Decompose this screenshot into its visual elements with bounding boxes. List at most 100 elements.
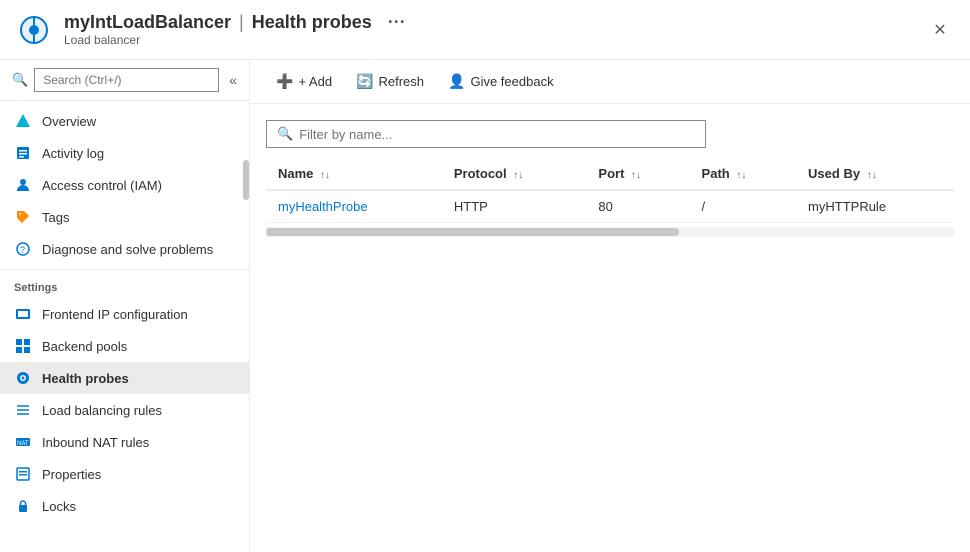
cell-used-by: myHTTPRule — [796, 190, 954, 223]
page-header: myIntLoadBalancer | Health probes ··· Lo… — [0, 0, 970, 60]
table-body: myHealthProbe HTTP 80 / myHTTPRule — [266, 190, 954, 223]
sort-protocol-icon: ↑↓ — [513, 170, 523, 181]
add-label: + Add — [298, 74, 332, 89]
diagnose-icon: ? — [14, 240, 32, 258]
sidebar-search-input[interactable] — [34, 68, 219, 92]
col-protocol-label: Protocol — [454, 166, 507, 181]
sidebar-item-label: Backend pools — [42, 339, 127, 354]
sidebar-item-health-probes[interactable]: Health probes — [0, 362, 249, 394]
health-probes-table: Name ↑↓ Protocol ↑↓ Port ↑↓ Path — [266, 160, 954, 223]
refresh-label: Refresh — [379, 74, 425, 89]
refresh-icon: 🔄 — [356, 73, 373, 90]
feedback-label: Give feedback — [470, 74, 553, 89]
filter-search-icon: 🔍 — [277, 126, 293, 142]
feedback-icon: 👤 — [448, 73, 465, 90]
frontend-ip-icon — [14, 305, 32, 323]
sidebar-item-label: Inbound NAT rules — [42, 435, 149, 450]
table-row: myHealthProbe HTTP 80 / myHTTPRule — [266, 190, 954, 223]
overview-icon — [14, 112, 32, 130]
sort-used-by-icon: ↑↓ — [867, 170, 877, 181]
toolbar: ➕ + Add 🔄 Refresh 👤 Give feedback — [250, 60, 970, 104]
svg-text:NAT: NAT — [17, 441, 29, 447]
sidebar-item-label: Health probes — [42, 371, 129, 386]
search-icon: 🔍 — [12, 72, 28, 88]
inbound-nat-icon: NAT — [14, 433, 32, 451]
table-area: 🔍 Name ↑↓ Protocol ↑↓ — [250, 104, 970, 552]
tags-icon — [14, 208, 32, 226]
sort-name-icon: ↑↓ — [320, 170, 330, 181]
sidebar-item-diagnose[interactable]: ? Diagnose and solve problems — [0, 233, 249, 265]
header-title: myIntLoadBalancer | Health probes ··· — [64, 12, 926, 33]
activity-log-icon — [14, 144, 32, 162]
more-options-icon[interactable]: ··· — [388, 12, 406, 33]
resource-name: myIntLoadBalancer — [64, 12, 231, 33]
sidebar-item-inbound-nat[interactable]: NAT Inbound NAT rules — [0, 426, 249, 458]
page-title: Health probes — [252, 12, 372, 33]
sidebar-item-tags[interactable]: Tags — [0, 201, 249, 233]
iam-icon — [14, 176, 32, 194]
filter-bar: 🔍 — [266, 120, 706, 148]
load-balancer-svg — [18, 14, 50, 46]
sidebar-item-label: Properties — [42, 467, 101, 482]
sidebar-scrollbar[interactable] — [243, 160, 249, 200]
cell-name: myHealthProbe — [266, 190, 442, 223]
sidebar-item-activity-log[interactable]: Activity log — [0, 137, 249, 169]
col-path-label: Path — [702, 166, 730, 181]
close-button[interactable]: ✕ — [926, 16, 954, 44]
col-name[interactable]: Name ↑↓ — [266, 160, 442, 190]
cell-protocol: HTTP — [442, 190, 587, 223]
sidebar-item-label: Activity log — [42, 146, 104, 161]
add-icon: ➕ — [276, 73, 293, 90]
locks-icon — [14, 497, 32, 515]
col-port-label: Port — [598, 166, 624, 181]
svg-text:?: ? — [20, 245, 25, 255]
sidebar-item-backend-pools[interactable]: Backend pools — [0, 330, 249, 362]
cell-port: 80 — [586, 190, 689, 223]
resource-type: Load balancer — [64, 33, 926, 47]
sidebar-item-overview[interactable]: Overview — [0, 105, 249, 137]
col-path[interactable]: Path ↑↓ — [690, 160, 797, 190]
sidebar-item-label: Diagnose and solve problems — [42, 242, 213, 257]
sidebar-item-label: Locks — [42, 499, 76, 514]
sidebar-item-label: Load balancing rules — [42, 403, 162, 418]
sidebar: 🔍 « Overview Activity log — [0, 60, 250, 552]
sidebar-search-area: 🔍 « — [0, 60, 249, 101]
content-area: ➕ + Add 🔄 Refresh 👤 Give feedback 🔍 — [250, 60, 970, 552]
horizontal-scrollbar[interactable] — [266, 227, 954, 237]
scrollbar-thumb — [266, 228, 679, 236]
refresh-button[interactable]: 🔄 Refresh — [346, 68, 434, 95]
table-header-row: Name ↑↓ Protocol ↑↓ Port ↑↓ Path — [266, 160, 954, 190]
filter-input[interactable] — [299, 127, 695, 142]
sidebar-item-label: Tags — [42, 210, 69, 225]
sort-port-icon: ↑↓ — [631, 170, 641, 181]
sidebar-item-load-balancing-rules[interactable]: Load balancing rules — [0, 394, 249, 426]
col-name-label: Name — [278, 166, 313, 181]
sidebar-nav: Overview Activity log Access control (IA… — [0, 101, 249, 552]
header-separator: | — [239, 12, 244, 33]
col-used-by[interactable]: Used By ↑↓ — [796, 160, 954, 190]
sidebar-item-locks[interactable]: Locks — [0, 490, 249, 522]
resource-icon — [16, 12, 52, 48]
feedback-button[interactable]: 👤 Give feedback — [438, 68, 564, 95]
col-used-by-label: Used By — [808, 166, 860, 181]
header-title-area: myIntLoadBalancer | Health probes ··· Lo… — [64, 12, 926, 47]
backend-pools-icon — [14, 337, 32, 355]
sidebar-item-access-control[interactable]: Access control (IAM) — [0, 169, 249, 201]
sidebar-item-properties[interactable]: Properties — [0, 458, 249, 490]
main-layout: 🔍 « Overview Activity log — [0, 60, 970, 552]
settings-section-label: Settings — [0, 269, 249, 298]
probe-link[interactable]: myHealthProbe — [278, 199, 368, 214]
sort-path-icon: ↑↓ — [736, 170, 746, 181]
lb-rules-icon — [14, 401, 32, 419]
sidebar-item-label: Overview — [42, 114, 96, 129]
health-probes-icon — [14, 369, 32, 387]
sidebar-item-frontend-ip[interactable]: Frontend IP configuration — [0, 298, 249, 330]
add-button[interactable]: ➕ + Add — [266, 68, 342, 95]
col-port[interactable]: Port ↑↓ — [586, 160, 689, 190]
cell-path: / — [690, 190, 797, 223]
col-protocol[interactable]: Protocol ↑↓ — [442, 160, 587, 190]
collapse-sidebar-button[interactable]: « — [229, 72, 237, 88]
sidebar-item-label: Frontend IP configuration — [42, 307, 188, 322]
table-header: Name ↑↓ Protocol ↑↓ Port ↑↓ Path — [266, 160, 954, 190]
sidebar-item-label: Access control (IAM) — [42, 178, 162, 193]
